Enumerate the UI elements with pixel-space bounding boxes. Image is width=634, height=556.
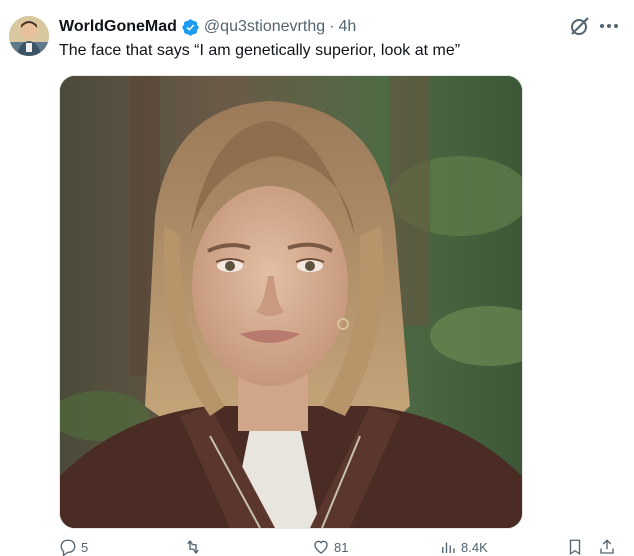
timestamp[interactable]: 4h (338, 18, 356, 36)
reply-icon (60, 539, 76, 556)
separator: · (329, 18, 335, 35)
like-icon (314, 540, 328, 554)
share-icon (600, 539, 614, 554)
action-bar: 5 81 8.4K (59, 538, 619, 556)
bookmark-icon (569, 539, 581, 556)
retweet-button[interactable] (184, 538, 202, 556)
more-button[interactable] (596, 14, 622, 38)
retweet-icon (187, 539, 199, 555)
views-icon (442, 542, 455, 553)
tweet-text: The face that says “I am genetically sup… (59, 42, 461, 59)
views-count: 8.4K (461, 539, 488, 555)
display-name[interactable]: WorldGoneMad (59, 18, 177, 36)
tweet-header: WorldGoneMad @qu3stionevrthg · 4h (59, 16, 356, 38)
reply-count: 5 (81, 539, 89, 555)
avatar[interactable] (9, 16, 49, 56)
verified-badge-icon (182, 18, 199, 36)
handle[interactable]: @qu3stionevrthg (204, 18, 325, 36)
grok-icon (571, 17, 589, 35)
tweet-photo (60, 76, 522, 528)
avatar-image (9, 16, 49, 56)
reply-button[interactable]: 5 (59, 538, 88, 556)
like-count: 81 (334, 539, 349, 555)
more-icon (600, 24, 618, 28)
grok-button[interactable] (568, 16, 590, 38)
share-button[interactable] (598, 538, 616, 556)
like-button[interactable]: 81 (312, 538, 348, 556)
views-button[interactable]: 8.4K (439, 538, 488, 556)
bookmark-button[interactable] (566, 538, 584, 556)
tweet-media[interactable] (59, 75, 523, 529)
